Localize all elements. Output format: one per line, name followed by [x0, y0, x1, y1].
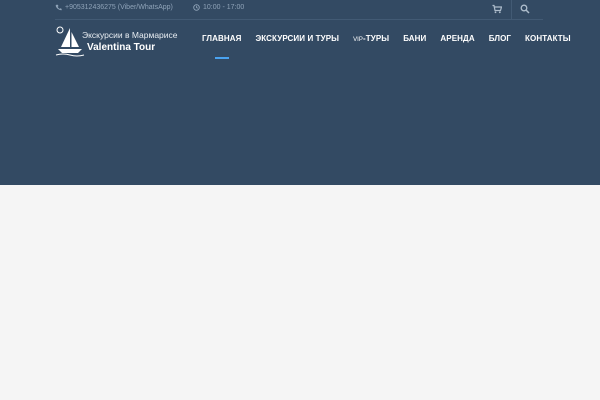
clock-icon: [193, 4, 200, 11]
hero-banner: +905312436275 (Viber/WhatsApp) 10:00 - 1…: [0, 0, 600, 185]
nav-item-baths[interactable]: БАНИ: [396, 34, 433, 48]
topbar-divider: [511, 0, 512, 19]
phone-icon: [55, 4, 62, 11]
nav-label-baths: БАНИ: [403, 34, 427, 43]
phone-text: +905312436275 (Viber/WhatsApp): [65, 4, 173, 11]
nav-item-contacts[interactable]: КОНТАКТЫ: [518, 34, 578, 48]
nav-label-blog: БЛОГ: [488, 34, 512, 43]
nav-label-excursions: ЭКСКУРСИИ И ТУРЫ: [255, 34, 340, 43]
nav-item-rental[interactable]: АРЕНДА: [433, 34, 481, 48]
nav-item-home[interactable]: ГЛАВНАЯ: [195, 34, 249, 48]
hours-text: 10:00 - 17:00: [203, 4, 245, 11]
phone-contact[interactable]: +905312436275 (Viber/WhatsApp): [55, 4, 173, 11]
site-logo[interactable]: Экскурсии в Мармарисе Valentina Tour: [55, 25, 185, 59]
working-hours: 10:00 - 17:00: [193, 4, 244, 11]
main-navigation: ГЛАВНАЯ ЭКСКУРСИИ И ТУРЫ VIP-ТУРЫ БАНИ А…: [195, 34, 578, 48]
cart-icon[interactable]: [492, 4, 502, 14]
nav-label-rental: АРЕНДА: [440, 34, 475, 43]
nav-label-contacts: КОНТАКТЫ: [525, 34, 571, 43]
top-bar: +905312436275 (Viber/WhatsApp) 10:00 - 1…: [55, 0, 543, 20]
page-content-area: [0, 185, 600, 400]
logo-brand-name: Valentina Tour: [87, 42, 156, 53]
nav-item-vip-tours[interactable]: VIP-ТУРЫ: [346, 34, 396, 48]
nav-label-home: ГЛАВНАЯ: [202, 34, 242, 43]
search-icon[interactable]: [520, 4, 530, 14]
sailboat-icon: [55, 26, 85, 57]
nav-item-blog[interactable]: БЛОГ: [482, 34, 518, 48]
nav-item-excursions[interactable]: ЭКСКУРСИИ И ТУРЫ: [249, 34, 347, 48]
nav-label-vip-tours: -ТУРЫ: [363, 34, 390, 43]
logo-tagline: Экскурсии в Мармарисе: [82, 30, 178, 40]
nav-label-vip-prefix: VIP: [353, 37, 364, 43]
